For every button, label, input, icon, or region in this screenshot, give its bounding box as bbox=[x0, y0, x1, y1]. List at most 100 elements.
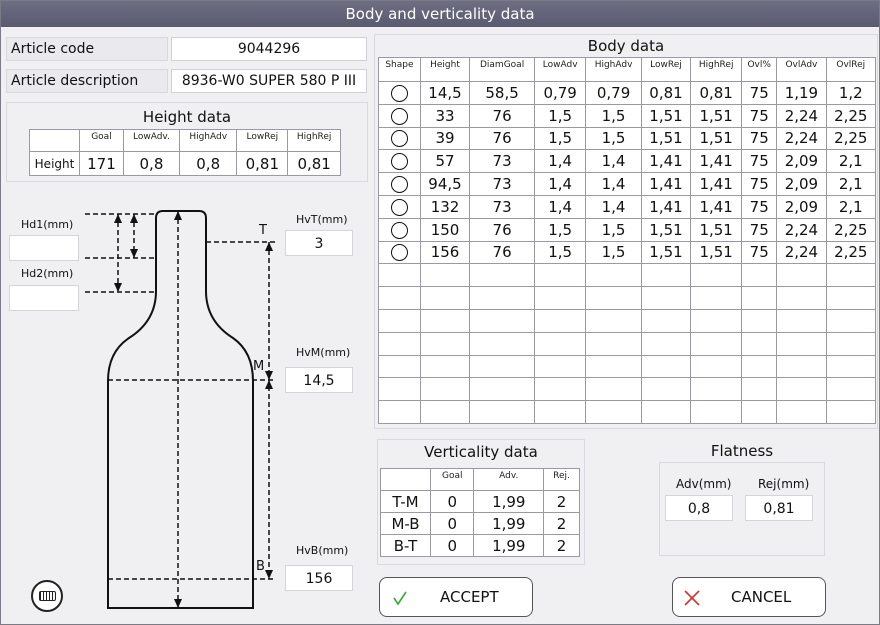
flatness-rej-input[interactable]: 0,81 bbox=[745, 495, 813, 521]
body-cell[interactable]: 1,41 bbox=[690, 194, 743, 219]
vert-cell[interactable]: 0 bbox=[429, 490, 475, 513]
body-cell[interactable]: 1,51 bbox=[690, 126, 743, 151]
vert-cell[interactable]: 2 bbox=[543, 490, 580, 513]
body-cell[interactable]: 75 bbox=[741, 149, 778, 174]
body-cell[interactable]: 39 bbox=[419, 126, 471, 151]
body-cell[interactable]: 1,5 bbox=[534, 126, 587, 151]
hvb-input[interactable]: 156 bbox=[285, 565, 353, 591]
body-cell[interactable]: 73 bbox=[469, 172, 536, 196]
accept-button[interactable]: ACCEPT bbox=[379, 577, 533, 617]
body-cell[interactable]: 2,25 bbox=[825, 217, 877, 242]
body-cell[interactable]: 2,25 bbox=[825, 240, 877, 265]
shape-cell[interactable] bbox=[378, 103, 421, 128]
body-cell[interactable]: 0,79 bbox=[534, 81, 587, 105]
shape-cell[interactable] bbox=[378, 217, 421, 242]
body-cell[interactable]: 76 bbox=[469, 103, 536, 128]
body-cell[interactable]: 75 bbox=[741, 217, 778, 242]
body-cell[interactable]: 1,5 bbox=[585, 103, 642, 128]
body-cell[interactable]: 57 bbox=[419, 149, 471, 174]
body-cell[interactable]: 156 bbox=[419, 240, 471, 265]
body-cell[interactable]: 2,24 bbox=[776, 103, 827, 128]
body-cell[interactable]: 76 bbox=[469, 126, 536, 151]
shape-cell[interactable] bbox=[378, 126, 421, 151]
body-cell[interactable]: 1,4 bbox=[534, 149, 587, 174]
body-cell[interactable]: 14,5 bbox=[419, 81, 471, 105]
height-goal-cell[interactable]: 171 bbox=[79, 151, 124, 176]
body-cell[interactable]: 1,51 bbox=[690, 217, 743, 242]
vert-cell[interactable]: 0 bbox=[429, 534, 475, 557]
body-cell[interactable]: 1,41 bbox=[690, 149, 743, 174]
body-cell[interactable]: 1,19 bbox=[776, 81, 827, 105]
body-cell[interactable]: 76 bbox=[469, 240, 536, 265]
vert-cell[interactable]: 2 bbox=[543, 534, 580, 557]
vert-cell[interactable]: 2 bbox=[543, 512, 580, 535]
hd1-input[interactable] bbox=[9, 235, 79, 261]
body-cell[interactable]: 1,5 bbox=[585, 240, 642, 265]
body-cell[interactable]: 2,1 bbox=[825, 149, 877, 174]
body-cell[interactable]: 1,51 bbox=[690, 103, 743, 128]
body-cell[interactable]: 2,24 bbox=[776, 126, 827, 151]
body-cell[interactable]: 75 bbox=[741, 81, 778, 105]
flatness-adv-input[interactable]: 0,8 bbox=[665, 495, 733, 521]
height-highadv-cell[interactable]: 0,8 bbox=[179, 151, 238, 176]
body-cell[interactable]: 1,2 bbox=[825, 81, 877, 105]
vert-cell[interactable]: 1,99 bbox=[473, 534, 545, 557]
shape-cell[interactable] bbox=[378, 81, 421, 105]
article-description-field[interactable]: 8936-W0 SUPER 580 P III bbox=[171, 69, 367, 93]
body-cell[interactable]: 75 bbox=[741, 194, 778, 219]
body-cell[interactable]: 1,5 bbox=[585, 217, 642, 242]
vert-cell[interactable]: 0 bbox=[429, 512, 475, 535]
body-cell[interactable]: 73 bbox=[469, 149, 536, 174]
shape-cell[interactable] bbox=[378, 149, 421, 174]
body-cell[interactable]: 1,41 bbox=[640, 194, 692, 219]
body-cell[interactable]: 1,51 bbox=[640, 240, 692, 265]
height-lowrej-cell[interactable]: 0,81 bbox=[236, 151, 289, 176]
body-cell[interactable]: 2,09 bbox=[776, 172, 827, 196]
height-highrej-cell[interactable]: 0,81 bbox=[287, 151, 341, 176]
body-cell[interactable]: 2,25 bbox=[825, 126, 877, 151]
vert-cell[interactable]: 1,99 bbox=[473, 512, 545, 535]
body-cell[interactable]: 1,51 bbox=[690, 240, 743, 265]
body-cell[interactable]: 1,41 bbox=[690, 172, 743, 196]
body-cell[interactable]: 76 bbox=[469, 217, 536, 242]
body-cell[interactable]: 150 bbox=[419, 217, 471, 242]
body-cell[interactable]: 1,4 bbox=[585, 172, 642, 196]
body-cell[interactable]: 2,09 bbox=[776, 194, 827, 219]
body-cell[interactable]: 2,1 bbox=[825, 172, 877, 196]
hvt-input[interactable]: 3 bbox=[285, 230, 353, 256]
body-cell[interactable]: 94,5 bbox=[419, 172, 471, 196]
body-cell[interactable]: 2,09 bbox=[776, 149, 827, 174]
body-cell[interactable]: 1,4 bbox=[585, 149, 642, 174]
article-code-field[interactable]: 9044296 bbox=[171, 37, 367, 61]
body-cell[interactable]: 2,25 bbox=[825, 103, 877, 128]
body-cell[interactable]: 0,79 bbox=[585, 81, 642, 105]
body-cell[interactable]: 132 bbox=[419, 194, 471, 219]
body-cell[interactable]: 1,41 bbox=[640, 149, 692, 174]
body-cell[interactable]: 75 bbox=[741, 172, 778, 196]
body-cell[interactable]: 2,24 bbox=[776, 217, 827, 242]
body-cell[interactable]: 75 bbox=[741, 126, 778, 151]
body-cell[interactable]: 0,81 bbox=[640, 81, 692, 105]
body-cell[interactable]: 1,4 bbox=[534, 172, 587, 196]
body-cell[interactable]: 1,51 bbox=[640, 103, 692, 128]
hvm-input[interactable]: 14,5 bbox=[285, 367, 353, 393]
body-cell[interactable]: 1,4 bbox=[585, 194, 642, 219]
keyboard-button[interactable] bbox=[31, 580, 63, 612]
shape-cell[interactable] bbox=[378, 194, 421, 219]
body-cell[interactable]: 1,51 bbox=[640, 126, 692, 151]
body-cell[interactable]: 1,5 bbox=[585, 126, 642, 151]
body-cell[interactable]: 1,5 bbox=[534, 217, 587, 242]
body-cell[interactable]: 1,5 bbox=[534, 103, 587, 128]
height-lowadv-cell[interactable]: 0,8 bbox=[122, 151, 181, 176]
body-cell[interactable]: 58,5 bbox=[469, 81, 536, 105]
body-cell[interactable]: 2,1 bbox=[825, 194, 877, 219]
body-cell[interactable]: 2,24 bbox=[776, 240, 827, 265]
body-cell[interactable]: 1,51 bbox=[640, 217, 692, 242]
hd2-input[interactable] bbox=[9, 285, 79, 311]
body-cell[interactable]: 1,5 bbox=[534, 240, 587, 265]
shape-cell[interactable] bbox=[378, 240, 421, 265]
body-cell[interactable]: 33 bbox=[419, 103, 471, 128]
vert-cell[interactable]: 1,99 bbox=[473, 490, 545, 513]
body-cell[interactable]: 75 bbox=[741, 103, 778, 128]
body-cell[interactable]: 1,4 bbox=[534, 194, 587, 219]
